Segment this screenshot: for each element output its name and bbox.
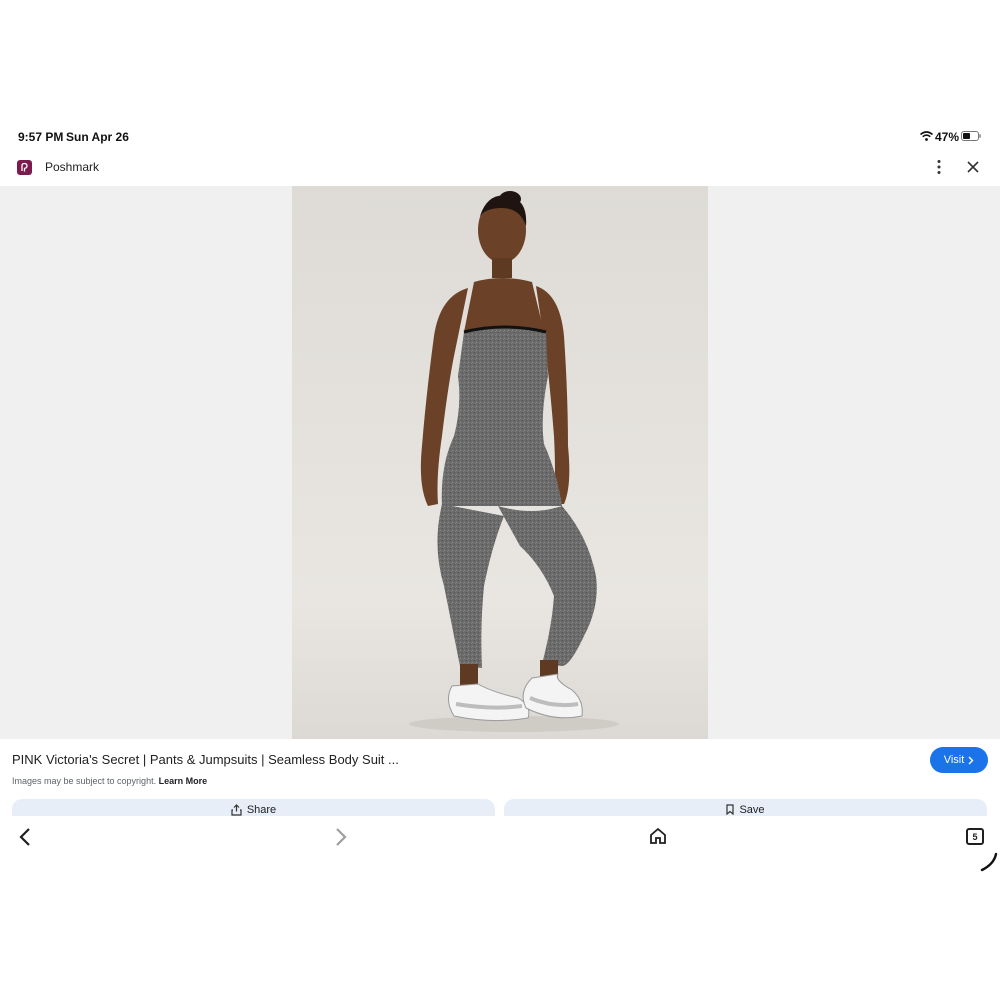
loading-spinner-icon — [980, 852, 998, 872]
tabs-icon[interactable]: 5 — [966, 828, 984, 845]
learn-more-link[interactable]: Learn More — [159, 776, 208, 786]
copyright-text: Images may be subject to copyright. — [12, 776, 157, 786]
source-name[interactable]: Poshmark — [45, 160, 99, 174]
status-bar: 9:57 PM Sun Apr 26 47% — [0, 126, 1000, 148]
share-label: Share — [246, 804, 277, 816]
visit-button[interactable]: Visit — [930, 747, 988, 773]
save-label: Save — [739, 804, 765, 816]
share-icon — [231, 804, 242, 816]
wifi-icon — [920, 131, 933, 141]
back-icon[interactable] — [18, 827, 32, 847]
poshmark-logo-icon — [17, 160, 32, 175]
result-title[interactable]: PINK Victoria's Secret | Pants & Jumpsui… — [12, 752, 399, 767]
battery-percent: 47% — [935, 130, 960, 144]
bottom-nav-bar: 5 — [0, 816, 1000, 860]
battery-icon — [961, 131, 981, 141]
home-icon[interactable] — [649, 827, 667, 845]
bookmark-icon — [726, 804, 735, 815]
status-date: Sun Apr 26 — [66, 130, 129, 144]
copyright-notice: Images may be subject to copyright. Lear… — [12, 776, 207, 786]
forward-icon[interactable] — [334, 827, 348, 847]
visit-label: Visit — [943, 754, 965, 766]
image-viewer — [0, 186, 1000, 739]
tab-count: 5 — [972, 831, 978, 842]
app-header: Poshmark — [0, 152, 1000, 182]
more-vert-icon[interactable] — [931, 158, 947, 176]
close-icon[interactable] — [966, 160, 980, 174]
chevron-right-icon — [968, 756, 974, 764]
product-image[interactable] — [292, 186, 708, 739]
status-time: 9:57 PM — [18, 130, 64, 144]
